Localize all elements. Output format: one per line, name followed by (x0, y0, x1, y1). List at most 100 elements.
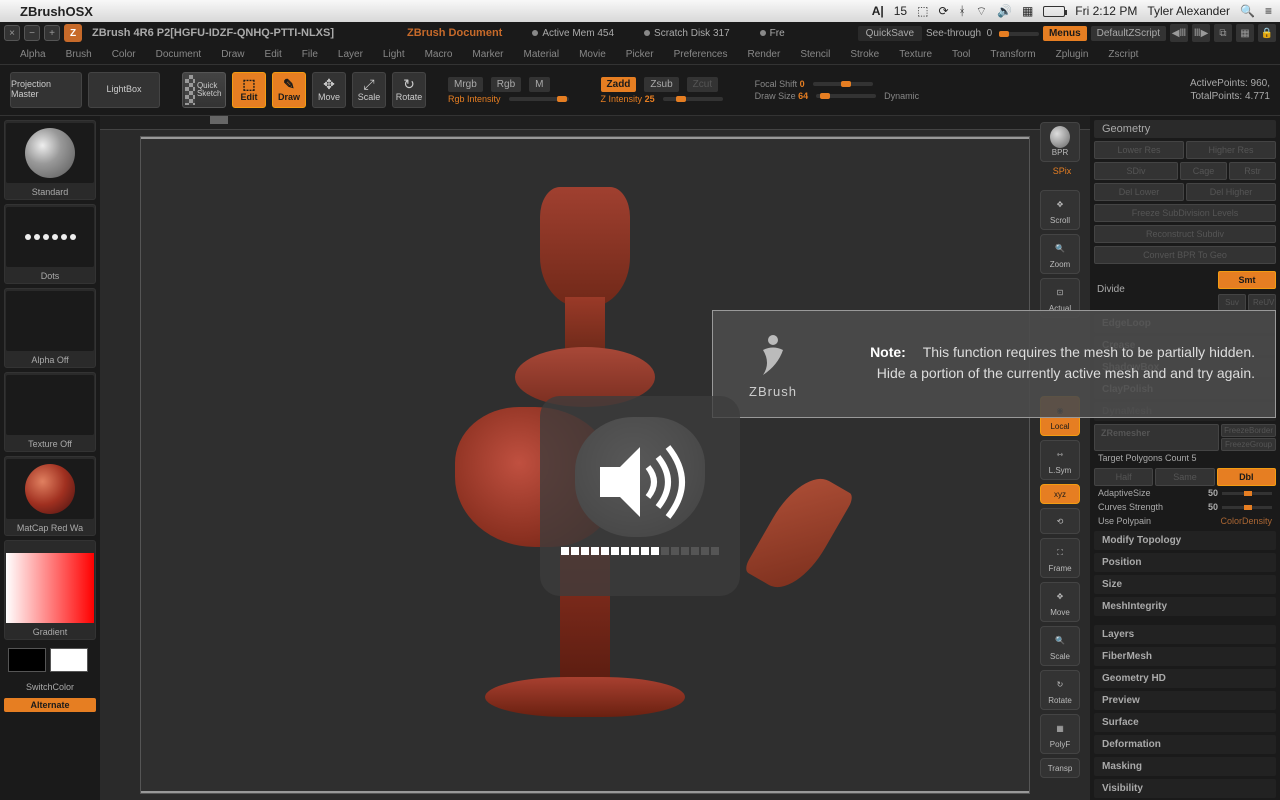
section-zremesher[interactable]: ZRemesher (1094, 424, 1219, 451)
section-preview[interactable]: Preview (1094, 691, 1276, 710)
color-picker[interactable] (6, 553, 94, 623)
menu-macro[interactable]: Macro (425, 49, 453, 60)
draw-button[interactable]: ✎Draw (272, 72, 306, 108)
quicksave-button[interactable]: QuickSave (858, 26, 922, 41)
geometry-header[interactable]: Geometry (1094, 120, 1276, 138)
mrgb-button[interactable]: Mrgb (448, 77, 483, 92)
lightbox-button[interactable]: LightBox (88, 72, 160, 108)
same-button[interactable]: Same (1155, 468, 1214, 486)
menu-color[interactable]: Color (112, 49, 136, 60)
menu-stencil[interactable]: Stencil (800, 49, 830, 60)
menu-render[interactable]: Render (748, 49, 781, 60)
polyf-button[interactable]: ▦PolyF (1040, 714, 1080, 754)
alpha-palette[interactable]: Alpha Off (4, 288, 96, 368)
section-modify-topo[interactable]: Modify Topology (1094, 531, 1276, 550)
bpr-button[interactable]: BPR (1040, 122, 1080, 162)
xyz-button[interactable]: xyz (1040, 484, 1080, 504)
section-visibility[interactable]: Visibility (1094, 779, 1276, 798)
minimize-button[interactable]: − (24, 25, 40, 41)
menu-brush[interactable]: Brush (66, 49, 92, 60)
freeze-subdiv-button[interactable]: Freeze SubDivision Levels (1094, 204, 1276, 222)
menu-edit[interactable]: Edit (265, 49, 282, 60)
arrow-nav-icon[interactable]: ◀Ⅲ (1170, 24, 1188, 42)
spotlight-icon[interactable]: 🔍 (1240, 4, 1255, 18)
colordensity-label[interactable]: ColorDensity (1220, 516, 1272, 526)
grid-icon[interactable]: ▦ (1236, 24, 1254, 42)
sdiv-button[interactable]: SDiv (1094, 162, 1178, 180)
texture-palette[interactable]: Texture Off (4, 372, 96, 452)
half-button[interactable]: Half (1094, 468, 1153, 486)
lock-icon[interactable]: 🔒 (1258, 24, 1276, 42)
swatch-black[interactable] (8, 648, 46, 672)
projection-master-button[interactable]: Projection Master (10, 72, 82, 108)
color-palette[interactable]: Gradient (4, 540, 96, 640)
swatch-white[interactable] (50, 648, 88, 672)
default-zscript-button[interactable]: DefaultZScript (1091, 26, 1166, 41)
dynamic-label[interactable]: Dynamic (884, 91, 919, 101)
menu-draw[interactable]: Draw (221, 49, 244, 60)
menu-texture[interactable]: Texture (899, 49, 932, 60)
lower-res-button[interactable]: Lower Res (1094, 141, 1184, 159)
section-surface[interactable]: Surface (1094, 713, 1276, 732)
menu-icon[interactable]: ≡ (1265, 4, 1272, 18)
adaptive-label[interactable]: AdaptiveSize (1098, 488, 1204, 498)
zcut-button[interactable]: Zcut (687, 77, 718, 92)
zadd-button[interactable]: Zadd (601, 77, 637, 92)
section-masking[interactable]: Masking (1094, 757, 1276, 776)
polypain-label[interactable]: Use Polypain (1098, 516, 1216, 526)
menu-material[interactable]: Material (524, 49, 560, 60)
spix-label[interactable]: SPix (1040, 166, 1084, 176)
ghost-button[interactable]: ⟲ (1040, 508, 1080, 534)
rotate-nav-button[interactable]: ↻Rotate (1040, 670, 1080, 710)
higher-res-button[interactable]: Higher Res (1186, 141, 1276, 159)
move-button[interactable]: ✥Move (312, 72, 346, 108)
z-intensity-slider[interactable] (663, 97, 723, 101)
rgb-intensity-slider[interactable] (509, 97, 569, 101)
scale-nav-button[interactable]: 🔍Scale (1040, 626, 1080, 666)
mac-app-name[interactable]: ZBrushOSX (20, 4, 93, 19)
arrow-nav-icon[interactable]: Ⅲ▶ (1192, 24, 1210, 42)
section-layers[interactable]: Layers (1094, 625, 1276, 644)
menu-layer[interactable]: Layer (338, 49, 363, 60)
suv-button[interactable]: Suv (1218, 294, 1246, 311)
menu-preferences[interactable]: Preferences (674, 49, 728, 60)
del-higher-button[interactable]: Del Higher (1186, 183, 1276, 201)
section-geometry-hd[interactable]: Geometry HD (1094, 669, 1276, 688)
move-nav-button[interactable]: ✥Move (1040, 582, 1080, 622)
curves-slider[interactable] (1222, 506, 1272, 509)
menu-movie[interactable]: Movie (579, 49, 606, 60)
duplicate-icon[interactable]: ⧉ (1214, 24, 1232, 42)
update-icon[interactable]: ⟳ (938, 4, 948, 18)
menu-light[interactable]: Light (383, 49, 405, 60)
section-size[interactable]: Size (1094, 575, 1276, 594)
section-mesh-integrity[interactable]: MeshIntegrity (1094, 597, 1276, 616)
stroke-palette[interactable]: Dots (4, 204, 96, 284)
switch-color-button[interactable]: SwitchColor (4, 680, 96, 694)
reconstruct-button[interactable]: Reconstruct Subdiv (1094, 225, 1276, 243)
scroll-button[interactable]: ✥Scroll (1040, 190, 1080, 230)
draw-size-slider[interactable] (816, 94, 876, 98)
focal-shift-slider[interactable] (813, 82, 873, 86)
curves-label[interactable]: Curves Strength (1098, 502, 1204, 512)
reuv-button[interactable]: ReUV (1248, 294, 1276, 311)
menu-marker[interactable]: Marker (472, 49, 503, 60)
menu-transform[interactable]: Transform (990, 49, 1035, 60)
rgb-intensity-label[interactable]: Rgb Intensity (448, 94, 501, 104)
z-intensity-label[interactable]: Z Intensity 25 (601, 94, 655, 104)
battery-icon[interactable] (1043, 6, 1065, 17)
zsub-button[interactable]: Zsub (644, 77, 678, 92)
document-name[interactable]: ZBrush Document (407, 27, 502, 39)
target-poly-label[interactable]: Target Polygons Count 5 (1098, 453, 1272, 463)
menu-document[interactable]: Document (156, 49, 202, 60)
del-lower-button[interactable]: Del Lower (1094, 183, 1184, 201)
divide-button[interactable]: Divide (1094, 281, 1214, 298)
rstr-button[interactable]: Rstr (1229, 162, 1276, 180)
convert-bpr-button[interactable]: Convert BPR To Geo (1094, 246, 1276, 264)
scale-button[interactable]: ⤢Scale (352, 72, 386, 108)
rotate-button[interactable]: ↻Rotate (392, 72, 426, 108)
close-button[interactable]: × (4, 25, 20, 41)
menus-button[interactable]: Menus (1043, 26, 1087, 41)
focal-shift-label[interactable]: Focal Shift 0 (755, 79, 805, 89)
dbl-button[interactable]: Dbl (1217, 468, 1276, 486)
brush-palette[interactable]: Standard (4, 120, 96, 200)
